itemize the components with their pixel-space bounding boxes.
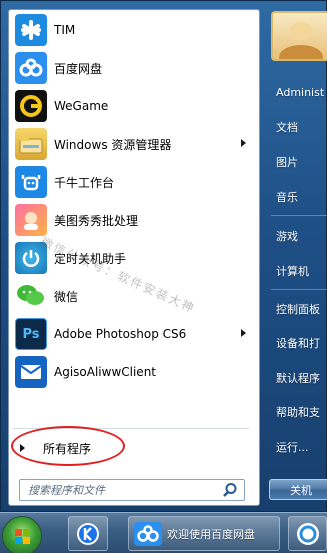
k-app-icon [77, 522, 99, 545]
taskbar-button-k[interactable] [68, 516, 108, 551]
divider [271, 289, 327, 290]
right-item-run[interactable]: 运行... [269, 434, 327, 460]
right-item-games[interactable]: 游戏 [269, 223, 327, 249]
right-item-user[interactable]: Administ [269, 79, 327, 105]
right-item-computer[interactable]: 计算机 [269, 258, 327, 284]
program-item-qianniu[interactable]: 千牛工作台 [12, 164, 258, 200]
right-item-documents[interactable]: 文档 [269, 114, 327, 140]
baidu-netdisk-icon [134, 521, 162, 546]
program-item-baidu-netdisk[interactable]: 百度网盘 [12, 50, 258, 86]
start-menu: TIM 百度网盘 WeGame Windows 资源管理器 千牛工作台 美图秀秀… [0, 0, 327, 512]
search-box[interactable] [19, 479, 245, 501]
program-item-photoshop[interactable]: Ps Adobe Photoshop CS6 [12, 316, 258, 352]
program-item-wegame[interactable]: WeGame [12, 88, 258, 124]
power-icon [15, 242, 47, 274]
tim-icon [15, 14, 47, 46]
search-input[interactable] [20, 481, 222, 499]
wegame-icon [15, 90, 47, 122]
program-label: 定时关机助手 [54, 251, 127, 266]
user-avatar[interactable] [271, 11, 327, 61]
right-item-control-panel[interactable]: 控制面板 [269, 296, 327, 322]
program-item-windows-explorer[interactable]: Windows 资源管理器 [12, 126, 258, 162]
highlight-annotation [11, 426, 125, 466]
program-label: Windows 资源管理器 [54, 137, 172, 152]
program-item-meitu[interactable]: 美图秀秀批处理 [12, 202, 258, 238]
wechat-icon [15, 280, 47, 312]
program-label: 千牛工作台 [54, 175, 115, 190]
taskbar-button-baidu-netdisk[interactable]: 欢迎使用百度网盘 [128, 516, 280, 551]
program-label: AgisoAliwwClient [54, 365, 156, 379]
program-item-agiso[interactable]: AgisoAliwwClient [12, 354, 258, 390]
program-item-shutdown-timer[interactable]: 定时关机助手 [12, 240, 258, 276]
program-label: 微信 [54, 289, 79, 304]
program-item-tim[interactable]: TIM [12, 12, 258, 48]
program-item-wechat[interactable]: 微信 [12, 278, 258, 314]
agiso-mail-icon [15, 356, 47, 388]
submenu-arrow-icon[interactable] [241, 329, 246, 337]
shutdown-label: 关机 [290, 483, 312, 497]
taskbar-button-browser[interactable] [288, 516, 327, 551]
photoshop-icon: Ps [15, 318, 47, 350]
right-item-help-support[interactable]: 帮助和支 [269, 399, 327, 425]
right-item-default-programs[interactable]: 默认程序 [269, 365, 327, 391]
program-label: 美图秀秀批处理 [54, 213, 139, 228]
baidu-netdisk-icon [15, 52, 47, 84]
file-explorer-icon [15, 128, 47, 160]
program-label: 百度网盘 [54, 61, 103, 76]
program-label: Adobe Photoshop CS6 [54, 327, 187, 341]
shutdown-button[interactable]: 关机 [269, 479, 327, 500]
browser-icon [296, 522, 319, 545]
windows-logo-icon [15, 529, 30, 544]
taskbar-window-label: 欢迎使用百度网盘 [167, 527, 255, 541]
start-button[interactable] [2, 516, 42, 553]
program-label: TIM [54, 23, 76, 37]
right-item-devices-printers[interactable]: 设备和打 [269, 330, 327, 356]
submenu-arrow-icon[interactable] [241, 139, 246, 147]
right-item-pictures[interactable]: 图片 [269, 149, 327, 175]
program-label: WeGame [54, 99, 109, 113]
meitu-icon [15, 204, 47, 236]
qianniu-icon [15, 166, 47, 198]
search-icon[interactable] [222, 482, 238, 498]
right-item-music[interactable]: 音乐 [269, 184, 327, 210]
divider [271, 215, 327, 216]
